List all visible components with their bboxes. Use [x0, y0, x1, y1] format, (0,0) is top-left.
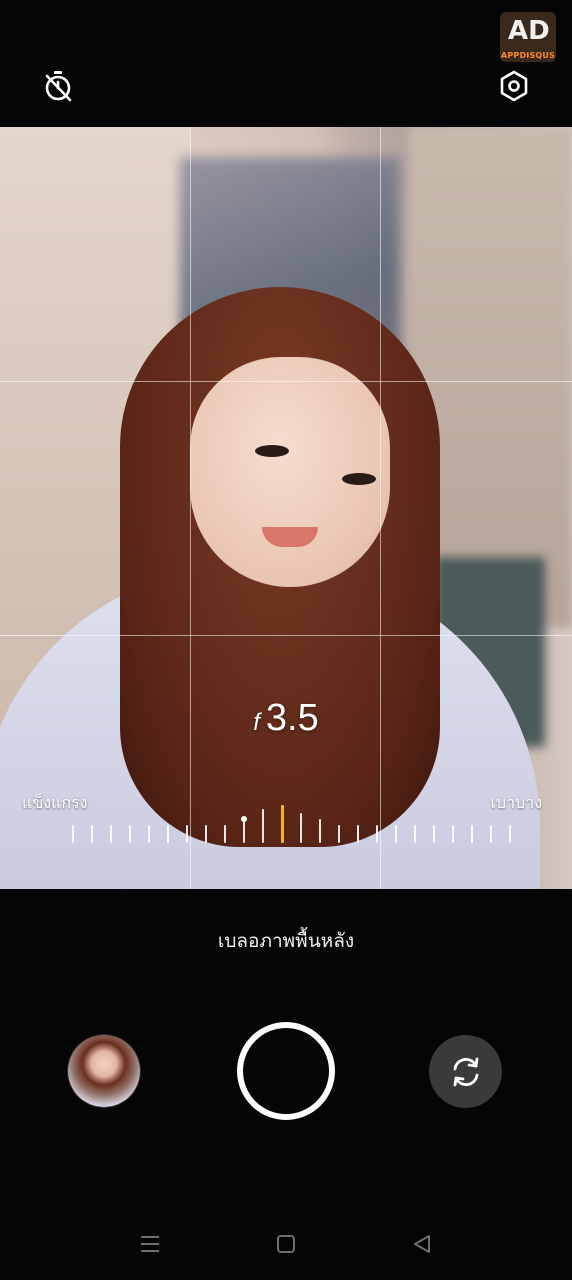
watermark-logo: AD APPDISQUS — [500, 12, 556, 62]
gallery-thumbnail[interactable] — [68, 1035, 140, 1107]
subject-eye-right — [342, 473, 376, 485]
aperture-value: 3.5 — [265, 697, 319, 739]
slider-tick — [72, 825, 74, 843]
slider-tick — [395, 825, 397, 843]
slider-active-tick — [281, 805, 284, 843]
watermark-text: APPDISQUS — [500, 51, 556, 60]
grid-line-horizontal-2 — [0, 635, 572, 636]
slider-tick — [205, 825, 207, 843]
slider-tick — [300, 813, 302, 843]
slider-tick — [433, 825, 435, 843]
mode-label: เบลอภาพพื้นหลัง — [217, 930, 355, 952]
camera-viewfinder[interactable]: f 3.5 แข็งแกร่ง เบาบาง — [0, 127, 572, 889]
slider-tick — [129, 825, 131, 843]
slider-tick — [91, 825, 93, 843]
menu-icon[interactable] — [138, 1232, 162, 1256]
watermark-mark: AD — [508, 16, 550, 46]
subject-face — [190, 357, 390, 587]
slider-tick — [186, 825, 188, 843]
home-icon[interactable] — [274, 1232, 298, 1256]
slider-tick — [167, 825, 169, 843]
aperture-readout: f 3.5 — [0, 697, 572, 740]
timer-off-icon[interactable] — [38, 66, 78, 106]
slider-tick — [110, 825, 112, 843]
grid-line-horizontal-1 — [0, 381, 572, 382]
blur-soft-label: เบาบาง — [490, 793, 542, 812]
settings-icon[interactable] — [494, 66, 534, 106]
slider-tick — [509, 825, 511, 843]
grid-line-vertical-1 — [190, 127, 191, 889]
switch-camera-icon — [453, 1057, 478, 1086]
slider-tick — [376, 825, 378, 843]
aperture-slider[interactable] — [72, 805, 522, 857]
back-icon[interactable] — [410, 1232, 434, 1256]
subject-eye-left — [255, 445, 289, 457]
slider-tick — [319, 819, 321, 843]
top-bar: AD APPDISQUS — [0, 0, 572, 127]
aperture-prefix: f — [253, 709, 260, 736]
switch-camera-button[interactable] — [429, 1035, 502, 1108]
slider-tick — [452, 825, 454, 843]
shutter-button[interactable] — [237, 1022, 335, 1120]
grid-line-vertical-2 — [380, 127, 381, 889]
slider-tick — [148, 825, 150, 843]
slider-tick — [490, 825, 492, 843]
slider-default-dot — [241, 816, 247, 822]
slider-tick — [357, 825, 359, 843]
slider-tick — [262, 809, 264, 843]
slider-tick — [224, 825, 226, 843]
slider-tick — [414, 825, 416, 843]
slider-tick — [338, 825, 340, 843]
blur-strong-label: แข็งแกร่ง — [22, 793, 88, 812]
slider-tick — [471, 825, 473, 843]
